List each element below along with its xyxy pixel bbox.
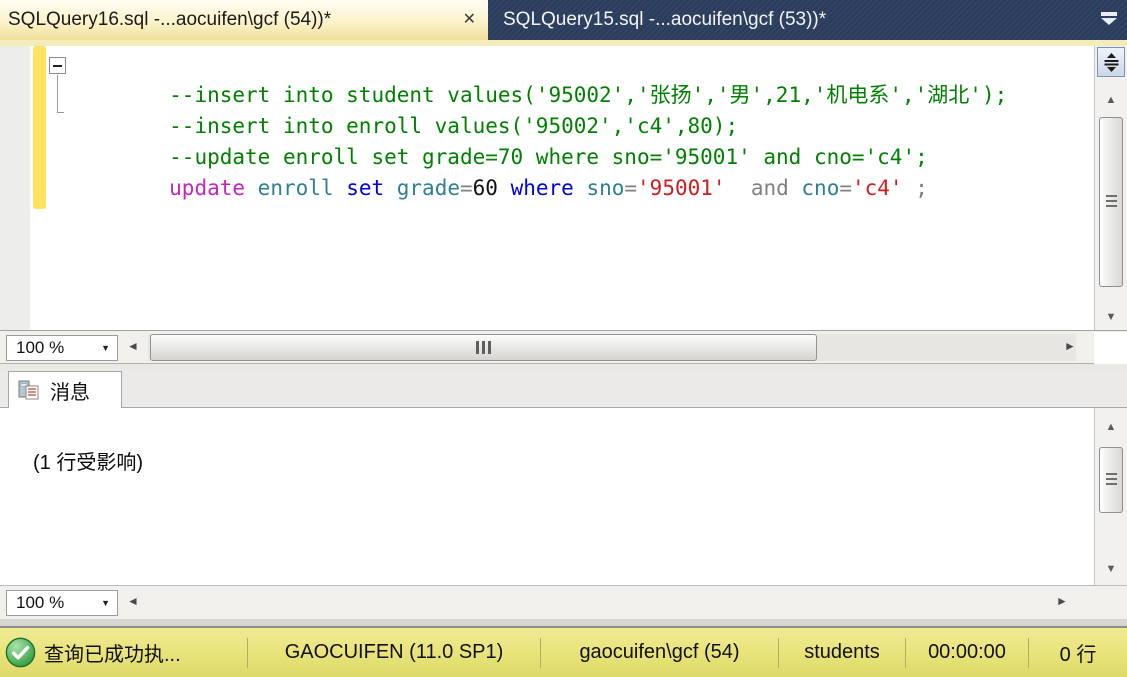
messages-vertical-scrollbar[interactable]: ▲ ▼ xyxy=(1094,408,1127,585)
code-token: and xyxy=(725,176,802,200)
messages-icon xyxy=(18,380,39,400)
ssms-window: SQLQuery16.sql -...aocuifen\gcf (54))* ✕… xyxy=(0,0,1127,677)
code-token: grade xyxy=(396,176,460,200)
editor-zoom-combo[interactable]: 100 % ▼ xyxy=(6,335,118,361)
code-token: cno xyxy=(801,176,840,200)
code-token: set xyxy=(346,176,397,200)
zoom-value: 100 % xyxy=(16,338,65,357)
thumb-grip xyxy=(1105,473,1117,487)
code-line[interactable]: --insert into student values('95002','张扬… xyxy=(68,49,1007,107)
dropdown-bar xyxy=(1101,12,1117,16)
code-token: '95001' xyxy=(637,176,726,200)
scrollbar-thumb[interactable] xyxy=(150,334,817,361)
statusbar-divider xyxy=(0,619,1127,628)
editor-bottom-bar: 100 % ▼ ◄ ► xyxy=(0,330,1127,364)
code-token: ; xyxy=(902,176,928,200)
change-tracking-bar xyxy=(33,46,46,209)
messages-tab-label: 消息 xyxy=(50,381,90,404)
tab-label: SQLQuery16.sql -...aocuifen\gcf (54))* xyxy=(8,9,332,30)
close-icon[interactable]: ✕ xyxy=(463,12,476,28)
editor-vertical-scrollbar[interactable]: ▲ ▼ xyxy=(1094,46,1127,330)
splitter-handle-icon[interactable] xyxy=(1097,47,1125,77)
status-server: GAOCUIFEN (11.0 SP1) xyxy=(284,641,504,663)
rows-affected-message: (1 行受影响) xyxy=(33,452,143,474)
split-view-icon xyxy=(1104,52,1118,72)
messages-zoom-combo[interactable]: 100 % ▼ xyxy=(6,590,118,616)
scroll-up-icon[interactable]: ▲ xyxy=(1095,95,1127,106)
chevron-down-icon xyxy=(1101,18,1117,25)
scroll-left-icon[interactable]: ◄ xyxy=(127,595,139,607)
collapse-region-icon[interactable] xyxy=(49,57,66,74)
scrollbar-corner xyxy=(1094,332,1127,364)
status-row-count: 0 行 xyxy=(1059,644,1097,666)
scroll-up-icon[interactable]: ▲ xyxy=(1095,422,1127,433)
code-token: sno xyxy=(586,176,625,200)
thumb-grip xyxy=(475,341,492,354)
tab-sqlquery16[interactable]: SQLQuery16.sql -...aocuifen\gcf (54))* ✕ xyxy=(0,0,488,40)
file-list-dropdown-icon[interactable] xyxy=(1100,12,1118,25)
status-elapsed-time: 00:00:00 xyxy=(928,641,1006,663)
code-token: enroll xyxy=(257,176,347,200)
query-status: 查询已成功执... xyxy=(0,637,247,668)
fold-region-line xyxy=(57,75,64,113)
scrollbar-thumb[interactable] xyxy=(1099,117,1123,287)
status-text: 查询已成功执... xyxy=(44,644,181,666)
chevron-down-icon: ▼ xyxy=(101,343,110,353)
status-database: students xyxy=(804,641,880,663)
messages-pane[interactable]: (1 行受影响) ▲ ▼ xyxy=(0,408,1127,585)
messages-bottom-bar: 100 % ▼ ◄ ► xyxy=(0,585,1127,619)
zoom-value: 100 % xyxy=(16,593,65,612)
status-bar: 查询已成功执... GAOCUIFEN (11.0 SP1) gaocuifen… xyxy=(0,628,1127,677)
code-token: --insert into enroll values('95002','c4'… xyxy=(169,114,739,138)
chevron-down-icon: ▼ xyxy=(101,598,110,608)
tab-messages[interactable]: 消息 xyxy=(8,371,122,408)
code-token: = xyxy=(459,176,473,200)
code-token: = xyxy=(624,176,638,200)
scrollbar-thumb[interactable] xyxy=(1099,447,1123,513)
success-check-icon xyxy=(5,637,36,668)
scroll-left-icon[interactable]: ◄ xyxy=(127,340,139,352)
code-token: update xyxy=(169,176,258,200)
code-token: --update enroll set grade=70 where sno='… xyxy=(169,145,928,169)
document-tab-bar: SQLQuery16.sql -...aocuifen\gcf (54))* ✕… xyxy=(0,0,1127,40)
scroll-right-icon[interactable]: ► xyxy=(1064,340,1076,352)
code-token: 60 xyxy=(472,176,511,200)
tab-sqlquery15[interactable]: SQLQuery15.sql -...aocuifen\gcf (53))* xyxy=(490,0,920,40)
code-token: --insert into student values('95002','张扬… xyxy=(169,83,1008,107)
code-area[interactable]: --insert into student values('95002','张扬… xyxy=(68,49,1007,200)
results-tab-row: 消息 xyxy=(0,370,1127,408)
scroll-down-icon[interactable]: ▼ xyxy=(1095,312,1127,323)
scroll-down-icon[interactable]: ▼ xyxy=(1095,564,1127,575)
code-token: = xyxy=(839,176,852,200)
code-token: 'c4' xyxy=(852,176,903,200)
scroll-right-icon[interactable]: ► xyxy=(1056,595,1068,607)
minus-glyph xyxy=(53,64,62,67)
glyph-margin xyxy=(0,46,30,330)
tab-label: SQLQuery15.sql -...aocuifen\gcf (53))* xyxy=(503,9,827,30)
editor-horizontal-scrollbar[interactable] xyxy=(148,334,1076,361)
sql-editor[interactable]: --insert into student values('95002','张扬… xyxy=(0,46,1127,330)
code-token: where xyxy=(510,176,587,200)
thumb-grip xyxy=(1105,195,1117,209)
status-connection: gaocuifen\gcf (54) xyxy=(579,641,740,663)
